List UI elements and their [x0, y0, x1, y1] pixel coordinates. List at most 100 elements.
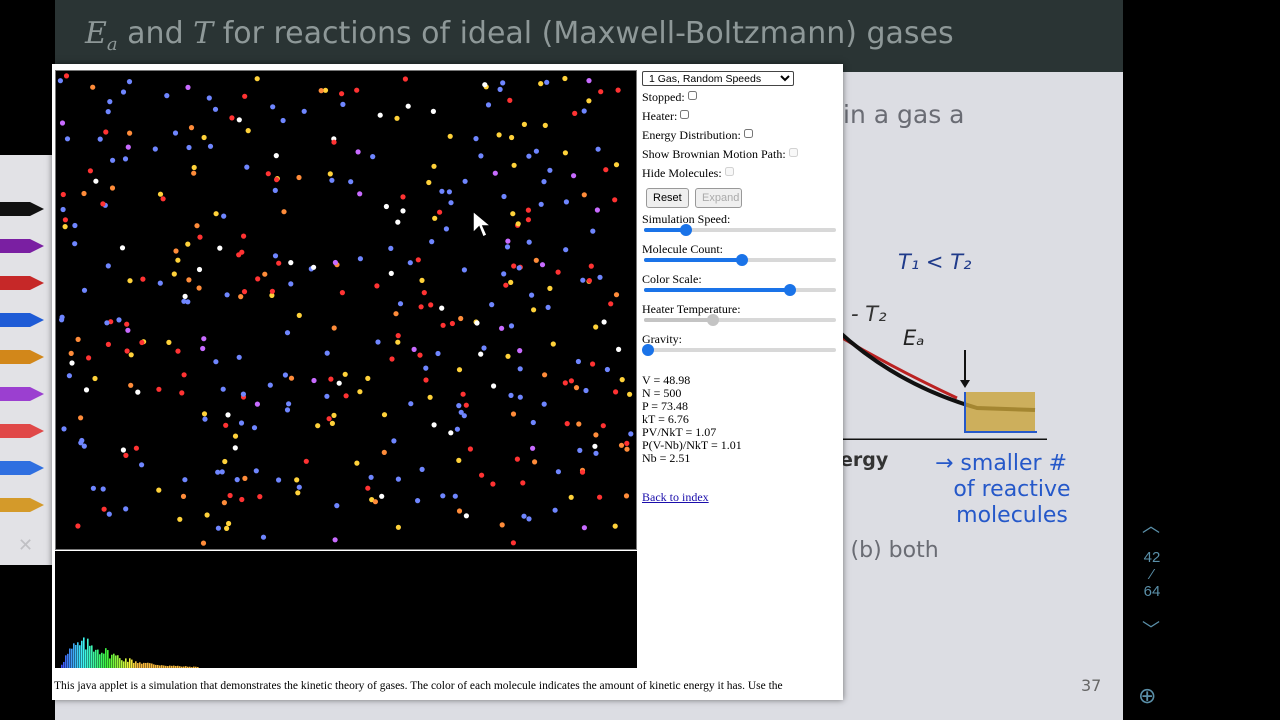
molecule-dot — [555, 469, 561, 475]
brownian-path-row[interactable]: Show Brownian Motion Path: — [642, 147, 798, 162]
molecule-dot — [288, 281, 294, 287]
molecule-dot — [282, 372, 288, 378]
molecule-dot — [232, 445, 238, 451]
energy-distribution-checkbox[interactable] — [743, 129, 753, 138]
chevron-down-icon[interactable]: ﹀ — [1142, 616, 1160, 642]
molecule-dot — [381, 412, 388, 418]
molecule-dot — [274, 177, 280, 183]
molecule-dot — [229, 115, 235, 121]
hide-molecules-row[interactable]: Hide Molecules: — [642, 166, 734, 181]
molecule-dot — [133, 445, 139, 451]
molecule-dot — [583, 387, 589, 394]
gravity-slider[interactable] — [641, 344, 838, 356]
molecule-dot — [593, 324, 599, 330]
simulation-canvas[interactable] — [55, 70, 637, 550]
molecule-dot — [448, 200, 454, 206]
molecule-dot — [78, 415, 84, 421]
molecule-dot — [500, 80, 506, 86]
chevron-up-icon[interactable]: ︿ — [1142, 512, 1160, 538]
pen-tool-blue-icon[interactable] — [0, 311, 46, 329]
pen-tool-orange-icon[interactable] — [0, 348, 46, 366]
highlighter-orange-icon[interactable] — [0, 496, 46, 514]
molecule-dot — [439, 188, 445, 194]
molecule-dot — [497, 86, 503, 92]
molecule-dot — [241, 289, 248, 295]
simulation-speed-slider[interactable] — [642, 224, 838, 236]
molecule-dot — [269, 288, 275, 294]
pen-tool-purple-icon[interactable] — [0, 237, 46, 255]
molecule-dot — [257, 494, 263, 500]
stopped-checkbox[interactable] — [687, 91, 697, 100]
molecule-dot — [448, 430, 454, 436]
reset-button[interactable]: Reset — [646, 188, 689, 208]
molecule-dot — [581, 108, 587, 114]
highlighter-red-icon[interactable] — [0, 422, 46, 440]
hide-molecules-checkbox[interactable] — [724, 167, 734, 176]
energy-histogram — [55, 551, 637, 668]
zoom-in-icon[interactable]: ⊕ — [1138, 683, 1156, 709]
close-icon[interactable]: ✕ — [18, 535, 33, 556]
molecule-dot — [601, 319, 607, 325]
molecule-dot — [288, 260, 294, 266]
molecule-dot — [531, 307, 537, 313]
highlighter-purple-icon[interactable] — [0, 385, 46, 403]
molecule-dot — [276, 260, 282, 266]
molecule-dot — [562, 380, 568, 386]
molecule-dot — [628, 431, 634, 437]
molecule-dot — [69, 360, 75, 366]
histogram-bar — [87, 638, 89, 668]
histogram-bar — [195, 666, 197, 668]
molecule-dot — [597, 494, 603, 500]
molecule-dot — [462, 178, 468, 184]
molecule-dot — [62, 224, 68, 230]
histogram-bar — [93, 651, 95, 668]
heater-temperature-slider[interactable] — [642, 314, 838, 326]
histogram-bar — [63, 661, 65, 668]
molecule-dot — [552, 507, 558, 513]
color-scale-slider[interactable] — [642, 284, 838, 296]
simulation-mode-select[interactable]: 1 Gas, Random Speeds — [642, 71, 794, 86]
molecule-dot — [101, 506, 107, 512]
molecule-dot — [68, 350, 74, 356]
molecule-dot — [342, 371, 348, 377]
molecule-count-slider[interactable] — [642, 254, 838, 266]
brownian-path-checkbox[interactable] — [788, 148, 798, 157]
pen-tool-black-icon[interactable] — [0, 200, 46, 218]
molecule-dot — [397, 301, 404, 307]
molecule-dot — [238, 420, 245, 426]
molecule-dot — [615, 87, 621, 93]
highlighter-blue-icon[interactable] — [0, 459, 46, 477]
histogram-bar — [101, 652, 103, 668]
molecule-dot — [185, 241, 191, 247]
molecule-dot — [254, 76, 260, 82]
molecule-dot — [400, 194, 406, 200]
pen-tool-red-icon[interactable] — [0, 274, 46, 292]
expand-button[interactable]: Expand — [695, 188, 742, 208]
molecule-dot — [590, 228, 596, 234]
molecule-dot — [541, 401, 547, 407]
histogram-bar — [99, 654, 101, 668]
stopped-checkbox-row[interactable]: Stopped: — [642, 90, 697, 105]
molecule-dot — [236, 252, 242, 258]
molecule-dot — [526, 516, 532, 522]
histogram-bar — [95, 649, 97, 668]
molecule-dot — [215, 469, 221, 475]
molecule-dot — [242, 475, 248, 481]
molecule-dot — [215, 525, 221, 531]
molecule-dot — [66, 373, 72, 379]
molecule-dot — [427, 394, 433, 400]
histogram-bar — [91, 645, 93, 668]
handwritten-note: → smaller # of reactive molecules — [927, 451, 1097, 529]
back-to-index-link[interactable]: Back to index — [642, 490, 709, 505]
molecule-dot — [224, 525, 230, 531]
heater-checkbox[interactable] — [680, 110, 690, 119]
histogram-bar — [113, 653, 115, 668]
molecule-dot — [107, 99, 113, 105]
energy-distribution-row[interactable]: Energy Distribution: — [642, 128, 753, 143]
molecule-dot — [354, 460, 360, 466]
heater-checkbox-row[interactable]: Heater: — [642, 109, 690, 124]
molecule-dot — [128, 382, 134, 388]
molecule-dot — [423, 377, 429, 383]
hide-molecules-label: Hide Molecules: — [642, 166, 722, 180]
molecule-dot — [564, 421, 570, 427]
